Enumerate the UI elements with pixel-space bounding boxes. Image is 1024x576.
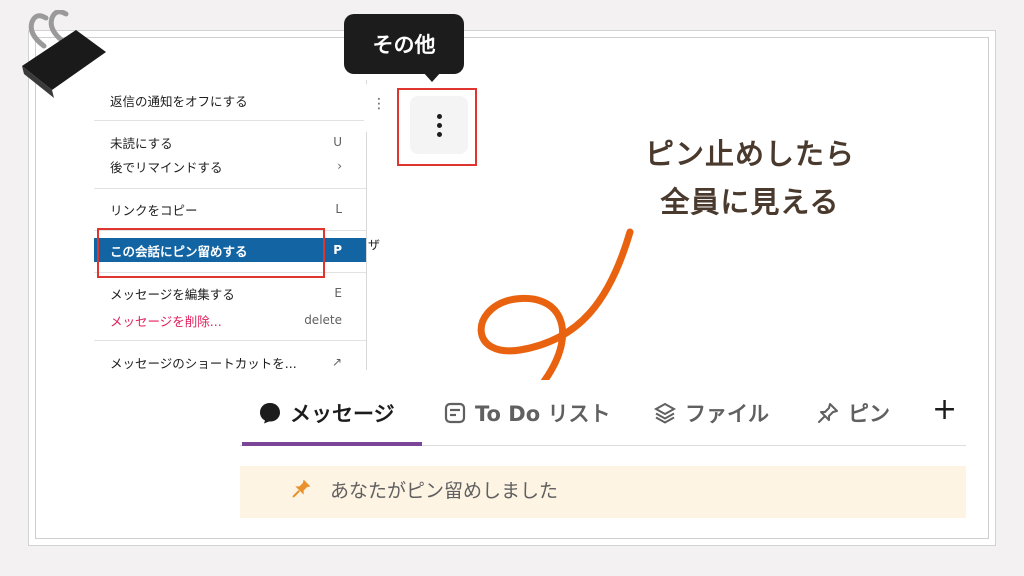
tab-label: ファイル (685, 402, 769, 426)
files-icon (653, 402, 677, 424)
annotation-line-2: 全員に見える (660, 185, 840, 219)
pinned-message-text: あなたがピン留めしました (330, 480, 559, 502)
tooltip: その他 (344, 14, 464, 74)
menu-divider (94, 120, 366, 121)
shortcut-hint: L (335, 202, 342, 216)
menu-item-mark-unread[interactable]: 未読にする U (94, 130, 366, 154)
annotation-callout: ピン止めしたら 全員に見える (600, 130, 900, 226)
tooltip-tail (423, 72, 441, 82)
tooltip-label: その他 (372, 33, 436, 57)
menu-item-label: メッセージのショートカットを... (110, 355, 297, 371)
external-link-icon: ↗ (331, 355, 342, 369)
menu-item-edit-message[interactable]: メッセージを編集する E (94, 281, 366, 305)
tab-messages[interactable]: メッセージ (258, 380, 395, 446)
shortcut-hint: delete (304, 313, 342, 327)
chevron-right-icon: › (337, 159, 342, 173)
active-tab-indicator (242, 442, 422, 446)
highlight-box-pin-item (97, 228, 325, 278)
annotation-line-1: ピン止めしたら (644, 137, 855, 171)
pin-icon (292, 479, 311, 498)
menu-item-label: 未読にする (110, 135, 173, 151)
shortcut-hint: P (333, 243, 342, 257)
menu-item-label: リンクをコピー (110, 202, 198, 218)
tab-files[interactable]: ファイル (653, 380, 769, 446)
shortcut-hint: U (333, 135, 342, 149)
more-vertical-icon[interactable]: ⋮ (372, 96, 386, 112)
tab-label: ピン (848, 402, 890, 426)
tab-pins[interactable]: ピン (816, 380, 890, 446)
menu-item-message-shortcuts[interactable]: メッセージのショートカットを... ↗ (94, 350, 366, 374)
shortcut-hint: E (334, 286, 342, 300)
tab-todo[interactable]: To Do リスト (443, 380, 610, 446)
tab-label: メッセージ (290, 402, 395, 426)
menu-divider (94, 340, 366, 341)
menu-item-label: 後でリマインドする (110, 159, 223, 175)
message-icon (260, 403, 280, 424)
add-tab-button[interactable]: + (932, 392, 957, 427)
menu-divider (94, 188, 366, 189)
menu-item-label: 返信の通知をオフにする (110, 93, 248, 109)
menu-item-copy-link[interactable]: リンクをコピー L (94, 197, 366, 221)
highlight-box-more-button (397, 88, 477, 166)
menu-item-remind-later[interactable]: 後でリマインドする › (94, 154, 366, 178)
pin-outline-icon (818, 403, 838, 423)
menu-item-label: メッセージを編集する (110, 286, 235, 302)
menu-item-mute-replies[interactable]: 返信の通知をオフにする (94, 88, 366, 112)
tab-label: To Do リスト (475, 402, 611, 426)
context-menu: 返信の通知をオフにする 未読にする U 後でリマインドする › リンクをコピー … (94, 80, 367, 371)
menu-item-label: メッセージを削除... (110, 313, 222, 329)
partial-message-text: ザ (368, 238, 381, 252)
todo-icon (444, 402, 466, 424)
menu-item-delete-message[interactable]: メッセージを削除... delete (94, 308, 366, 332)
